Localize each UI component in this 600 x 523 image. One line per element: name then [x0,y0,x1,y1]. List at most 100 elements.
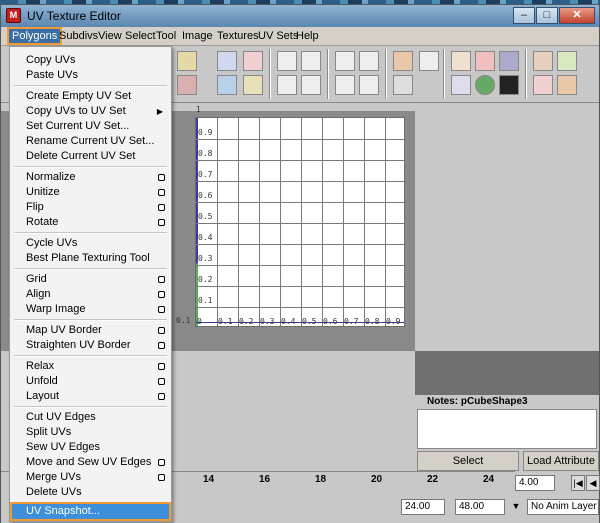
menu-item-label: Layout [26,390,60,402]
option-box-icon[interactable] [158,378,165,385]
dim-image-icon[interactable] [419,51,439,71]
menu-item-grid[interactable]: Grid [12,272,169,287]
option-box-icon[interactable] [158,276,165,283]
menu-subdivs[interactable]: Subdivs [59,30,98,42]
menu-polygons[interactable]: Polygons [6,27,63,45]
grid-add-icon[interactable] [359,51,379,71]
maximize-button[interactable]: □ [536,7,558,24]
menu-item-straighten-uv-border[interactable]: Straighten UV Border [12,338,169,353]
rgb-channel-icon[interactable] [499,75,519,95]
menu-item-merge-uvs[interactable]: Merge UVs [12,470,169,485]
menu-view[interactable]: View [98,30,122,42]
menu-item-copy-uvs[interactable]: Copy UVs [12,53,169,68]
option-box-icon[interactable] [158,459,165,466]
shaded-uv-icon[interactable] [475,51,495,71]
menu-item-uv-snapshot[interactable]: UV Snapshot... [10,502,171,521]
menu-item-cycle-uvs[interactable]: Cycle UVs [12,236,169,251]
grid-snap-icon[interactable] [335,75,355,95]
menu-item-best-plane-texturing-tool[interactable]: Best Plane Texturing Tool [12,251,169,266]
option-box-icon[interactable] [158,342,165,349]
menu-item-normalize[interactable]: Normalize [12,170,169,185]
isolate-add-icon[interactable] [393,75,413,95]
isolate-select-icon[interactable] [393,51,413,71]
option-box-icon[interactable] [158,291,165,298]
menu-item-align[interactable]: Align [12,287,169,302]
menu-item-delete-uvs[interactable]: Delete UVs [12,485,169,500]
menu-item-copy-uvs-to-uv-set[interactable]: Copy UVs to UV Set ▶ [12,104,169,119]
range-end-field[interactable]: 48.00 [455,499,505,515]
uv-grid[interactable]: 0.9 0.8 0.7 0.6 0.5 0.4 0.3 0.2 0.1 0 0.… [195,117,405,327]
filter-icon[interactable] [451,75,471,95]
menu-textures[interactable]: Textures [217,30,259,42]
grid-line [196,160,404,161]
tool-icon[interactable] [217,75,237,95]
menu-item-label: Cycle UVs [26,237,78,249]
option-box-icon[interactable] [158,189,165,196]
menu-item-rotate[interactable]: Rotate [12,215,169,230]
range-start-field[interactable]: 24.00 [401,499,445,515]
psd-icon[interactable] [557,51,577,71]
menu-item-unfold[interactable]: Unfold [12,374,169,389]
move-up-arrow-icon[interactable] [301,75,321,95]
tool-icon[interactable] [217,51,237,71]
checker-map-icon[interactable] [475,75,495,95]
grid-line [196,244,404,245]
menu-image[interactable]: Image [182,30,213,42]
anim-layer-dropdown[interactable]: No Anim Layer [527,499,599,515]
option-box-icon[interactable] [158,306,165,313]
option-box-icon[interactable] [158,363,165,370]
tool-icon[interactable] [243,51,263,71]
move-left-arrow-icon[interactable] [277,51,297,71]
x-label: 0.4 [281,317,296,326]
uv-smudge-icon[interactable] [557,75,577,95]
menu-item-map-uv-border[interactable]: Map UV Border [12,323,169,338]
close-button[interactable]: ✕ [559,7,595,24]
chevron-down-icon[interactable]: ▼ [509,499,523,515]
grid-remove-icon[interactable] [359,75,379,95]
tool-icon[interactable] [177,51,197,71]
menu-help[interactable]: Help [296,30,319,42]
select-button[interactable]: Select [417,451,519,471]
menu-select[interactable]: Select [125,30,156,42]
option-box-icon[interactable] [158,474,165,481]
menu-tool[interactable]: Tool [156,30,176,42]
menu-item-warp-image[interactable]: Warp Image [12,302,169,317]
load-attribute-button[interactable]: Load Attribute [523,451,599,471]
move-right-arrow-icon[interactable] [301,51,321,71]
menu-item-set-current-uv-set[interactable]: Set Current UV Set... [12,119,169,134]
refresh-icon[interactable] [533,75,553,95]
menu-item-move-and-sew-uv-edges[interactable]: Move and Sew UV Edges [12,455,169,470]
move-down-arrow-icon[interactable] [277,75,297,95]
menu-item-paste-uvs[interactable]: Paste UVs [12,68,169,83]
menu-item-rename-current-uv-set[interactable]: Rename Current UV Set... [12,134,169,149]
menu-item-cut-uv-edges[interactable]: Cut UV Edges [12,410,169,425]
current-time-field[interactable]: 4.00 [515,475,555,491]
option-box-icon[interactable] [158,327,165,334]
play-back-icon[interactable]: ◀ [586,475,600,491]
notes-textarea[interactable] [417,409,597,449]
menu-item-label: Create Empty UV Set [26,90,132,102]
tool-icon[interactable] [177,75,197,95]
option-box-icon[interactable] [158,219,165,226]
grid-icon[interactable] [335,51,355,71]
menu-uv-sets[interactable]: UV Sets [258,30,298,42]
menu-item-sew-uv-edges[interactable]: Sew UV Edges [12,440,169,455]
menu-item-relax[interactable]: Relax [12,359,169,374]
menu-item-delete-current-uv-set[interactable]: Delete Current UV Set [12,149,169,164]
option-box-icon[interactable] [158,204,165,211]
display-image-icon[interactable] [451,51,471,71]
uv-lattice-icon[interactable] [533,51,553,71]
step-back-icon[interactable]: |◀ [571,475,585,491]
grid-line [238,118,239,326]
menu-item-create-empty-uv-set[interactable]: Create Empty UV Set [12,89,169,104]
tool-icon[interactable] [243,75,263,95]
texture-borders-icon[interactable] [499,51,519,71]
option-box-icon[interactable] [158,174,165,181]
menu-item-flip[interactable]: Flip [12,200,169,215]
minimize-button[interactable]: – [513,7,535,24]
menu-item-layout[interactable]: Layout [12,389,169,404]
menu-item-unitize[interactable]: Unitize [12,185,169,200]
title-bar[interactable]: M UV Texture Editor – □ ✕ [1,5,599,27]
option-box-icon[interactable] [158,393,165,400]
menu-item-split-uvs[interactable]: Split UVs [12,425,169,440]
